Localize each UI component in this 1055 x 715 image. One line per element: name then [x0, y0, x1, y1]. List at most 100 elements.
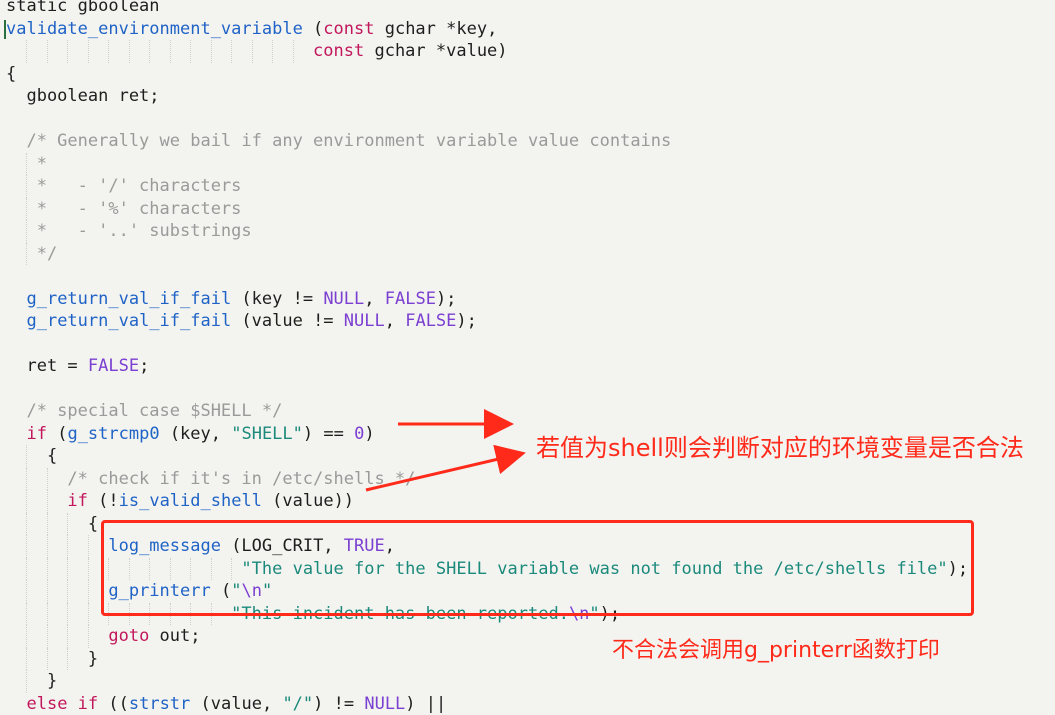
code-token: /* check if it's in /etc/shells */ — [6, 469, 415, 489]
code-line[interactable]: "The value for the SHELL variable was no… — [0, 558, 1055, 581]
code-line[interactable]: * - '..' substrings — [0, 220, 1055, 243]
code-text: } — [6, 670, 57, 693]
code-line[interactable]: else if ((strstr (value, "/") != NULL) |… — [0, 693, 1055, 715]
code-token: ); — [456, 311, 476, 331]
code-token: strstr — [129, 694, 190, 714]
code-line[interactable]: g_printerr ("\n" — [0, 580, 1055, 603]
code-token: "The value for the SHELL variable was no… — [241, 559, 947, 579]
code-token: " — [262, 581, 272, 601]
code-line[interactable] — [0, 378, 1055, 401]
code-token — [6, 626, 108, 646]
code-line[interactable]: ret = FALSE; — [0, 355, 1055, 378]
code-token: (! — [88, 491, 119, 511]
code-token: out; — [149, 626, 200, 646]
code-line[interactable]: } — [0, 648, 1055, 671]
code-token: (key != — [231, 289, 323, 309]
code-token: log_message — [108, 536, 221, 556]
code-token — [6, 559, 241, 579]
code-token: gchar *value) — [364, 41, 507, 61]
code-token: if — [67, 491, 87, 511]
code-token — [6, 491, 67, 511]
code-editor[interactable]: static gboolean validate_environment_vari… — [0, 0, 1055, 689]
code-token: * - '..' substrings — [6, 221, 252, 241]
code-token: g_return_val_if_fail — [26, 311, 231, 331]
code-token — [6, 536, 108, 556]
code-text: validate_environment_variable (const gch… — [6, 18, 497, 41]
code-text: { — [6, 513, 98, 536]
code-token — [6, 694, 26, 714]
code-line[interactable]: goto out; — [0, 625, 1055, 648]
code-token — [6, 311, 26, 331]
code-line[interactable]: gboolean ret; — [0, 85, 1055, 108]
code-text: * - '%' characters — [6, 198, 241, 221]
code-line[interactable] — [0, 265, 1055, 288]
code-text: log_message (LOG_CRIT, TRUE, — [6, 535, 395, 558]
code-token: /* special case $SHELL */ — [6, 401, 282, 421]
code-token: { — [6, 514, 98, 534]
code-text: } — [6, 648, 98, 671]
code-line[interactable]: { — [0, 513, 1055, 536]
code-token: value — [211, 694, 262, 714]
code-token: * — [6, 154, 47, 174]
code-token: goto — [108, 626, 149, 646]
code-token — [6, 604, 231, 624]
code-token: (( — [98, 694, 129, 714]
code-text: { — [6, 63, 16, 86]
code-line[interactable]: * — [0, 153, 1055, 176]
code-line[interactable]: validate_environment_variable (const gch… — [0, 18, 1055, 41]
code-token: } — [6, 649, 98, 669]
code-line[interactable]: const gchar *value) — [0, 40, 1055, 63]
code-token: , — [385, 536, 395, 556]
code-line[interactable]: log_message (LOG_CRIT, TRUE, — [0, 535, 1055, 558]
code-token: } — [6, 671, 57, 691]
code-line[interactable]: "This incident has been reported.\n"); — [0, 603, 1055, 626]
code-line[interactable] — [0, 333, 1055, 356]
code-line[interactable]: * - '/' characters — [0, 175, 1055, 198]
code-line[interactable]: */ — [0, 243, 1055, 266]
code-line[interactable]: /* check if it's in /etc/shells */ — [0, 468, 1055, 491]
code-token: NULL — [344, 311, 385, 331]
code-token: , — [364, 289, 384, 309]
code-token: ( — [47, 424, 67, 444]
code-line[interactable]: * - '%' characters — [0, 198, 1055, 221]
code-token: g_strcmp0 — [67, 424, 159, 444]
code-line[interactable]: g_return_val_if_fail (key != NULL, FALSE… — [0, 288, 1055, 311]
code-token: { — [6, 64, 16, 84]
code-token: ) — [364, 424, 374, 444]
code-text: g_return_val_if_fail (value != NULL, FAL… — [6, 310, 477, 333]
code-line[interactable]: g_return_val_if_fail (value != NULL, FAL… — [0, 310, 1055, 333]
code-text: { — [6, 445, 57, 468]
code-text: const gchar *value) — [6, 40, 508, 63]
code-text: /* Generally we bail if any environment … — [6, 130, 671, 153]
code-token: (key, — [160, 424, 232, 444]
code-text: else if ((strstr (value, "/") != NULL) |… — [6, 693, 446, 715]
code-line[interactable]: } — [0, 670, 1055, 693]
code-text: gboolean ret; — [6, 85, 160, 108]
code-text: /* special case $SHELL */ — [6, 400, 282, 423]
code-line[interactable]: /* Generally we bail if any environment … — [0, 130, 1055, 153]
code-text: g_return_val_if_fail (key != NULL, FALSE… — [6, 288, 456, 311]
code-token: ( — [190, 694, 210, 714]
code-line[interactable]: { — [0, 63, 1055, 86]
code-line[interactable]: static gboolean — [0, 0, 1055, 18]
code-token: { — [6, 446, 57, 466]
code-line[interactable] — [0, 108, 1055, 131]
code-token: ); — [436, 289, 456, 309]
code-line[interactable]: /* special case $SHELL */ — [0, 400, 1055, 423]
code-token: * - '%' characters — [6, 199, 241, 219]
code-token: * - '/' characters — [6, 176, 241, 196]
code-token: g_printerr — [108, 581, 210, 601]
code-token: , — [385, 311, 405, 331]
code-token: is_valid_shell — [119, 491, 262, 511]
code-text: /* check if it's in /etc/shells */ — [6, 468, 415, 491]
code-token: "This incident has been reported. — [231, 604, 569, 624]
code-token: ( — [303, 19, 323, 39]
code-token: 0 — [354, 424, 364, 444]
code-token: static gboolean — [6, 0, 160, 16]
code-token: FALSE — [88, 356, 139, 376]
code-line[interactable]: if (g_strcmp0 (key, "SHELL") == 0) — [0, 423, 1055, 446]
code-line[interactable]: if (!is_valid_shell (value)) — [0, 490, 1055, 513]
code-token: NULL — [364, 694, 405, 714]
code-line[interactable]: { — [0, 445, 1055, 468]
code-token: const — [323, 19, 374, 39]
